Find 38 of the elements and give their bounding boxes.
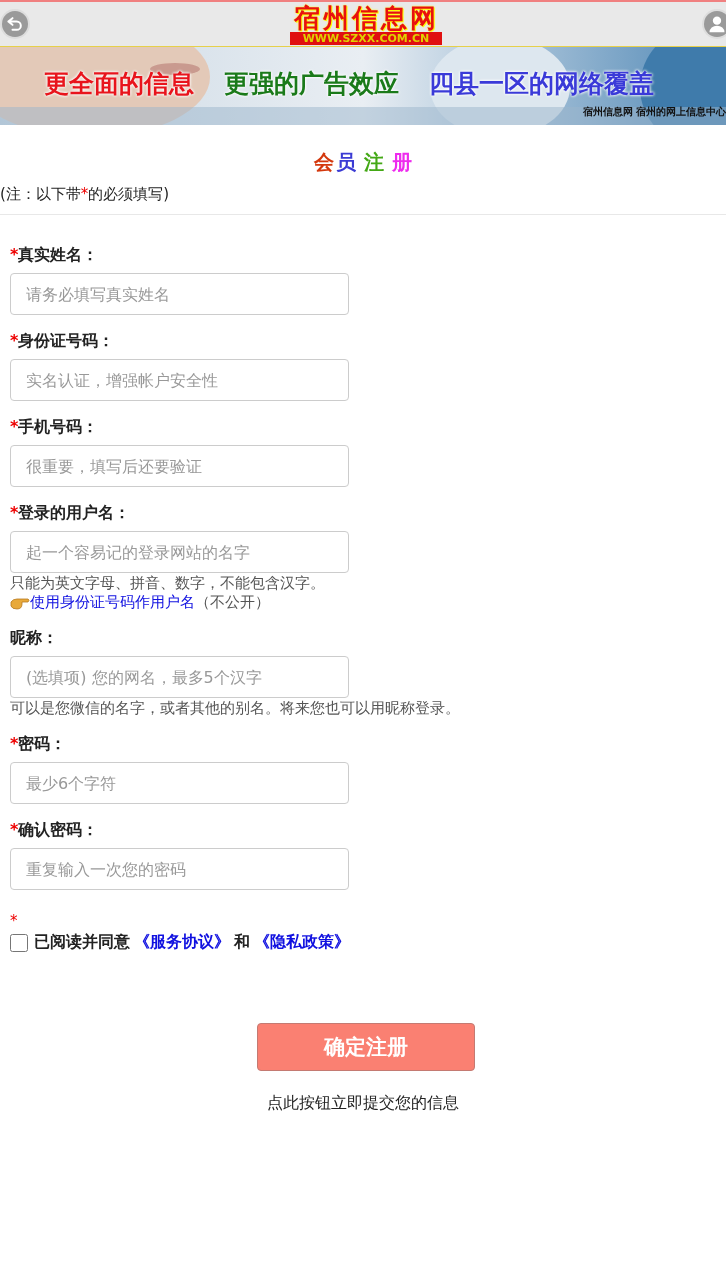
link[interactable]: 《隐私政策》 <box>254 932 350 953</box>
agreement-text: 和 <box>234 932 250 953</box>
back-button[interactable] <box>2 11 28 37</box>
input-field[interactable]: 很重要，填写后还要验证 <box>10 445 349 487</box>
note-text: (注：以下带*的必须填写) <box>0 185 171 204</box>
banner-caption: 宿州信息网 宿州的网上信息中心 <box>582 105 726 119</box>
input-field[interactable]: 起一个容易记的登录网站的名字 <box>10 531 349 573</box>
hint-text: 只能为英文字母、拼音、数字，不能包含汉字。 <box>10 574 326 593</box>
field-label: *密码： <box>10 734 68 754</box>
logo-url: WWW.SZXX.COM.CN <box>290 31 442 45</box>
input-field[interactable]: 重复输入一次您的密码 <box>10 848 349 890</box>
input-field[interactable]: 请务必填写真实姓名 <box>10 273 349 315</box>
field-label: *登录的用户名： <box>10 503 132 523</box>
link[interactable]: 使用身份证号码作用户名 <box>30 593 195 612</box>
input-field[interactable]: (选填项) 您的网名，最多5个汉字 <box>10 656 349 698</box>
field-label: *身份证号码： <box>10 331 116 351</box>
agreement-text: 已阅读并同意 <box>34 932 130 953</box>
field-label: *手机号码： <box>10 417 100 437</box>
required-mark: * <box>10 912 19 928</box>
page-title: 会员 注 册 <box>313 149 413 175</box>
field-label: *确认密码： <box>10 820 100 840</box>
field-label: 昵称： <box>10 628 59 648</box>
logo-title: 宿州信息网 <box>293 3 439 32</box>
banner-slogan: 更全面的信息 <box>44 68 194 100</box>
banner-slogan: 四县一区的网络覆盖 <box>429 68 654 100</box>
checkbox[interactable] <box>10 933 28 952</box>
back-icon <box>5 14 25 34</box>
user-button[interactable] <box>704 11 726 37</box>
hint-text: （不公开） <box>195 593 270 612</box>
field-label: *真实姓名： <box>10 245 100 265</box>
submit-caption: 点此按钮立即提交您的信息 <box>267 1093 459 1114</box>
banner-slogan: 更强的广告效应 <box>224 68 399 100</box>
hint-text: 可以是您微信的名字，或者其他的别名。将来您也可以用昵称登录。 <box>10 699 461 718</box>
pointing-hand-icon <box>10 595 30 610</box>
user-icon <box>707 14 726 34</box>
input-field[interactable]: 实名认证，增强帐户安全性 <box>10 359 349 401</box>
input-field[interactable]: 最少6个字符 <box>10 762 349 804</box>
link[interactable]: 《服务协议》 <box>134 932 230 953</box>
